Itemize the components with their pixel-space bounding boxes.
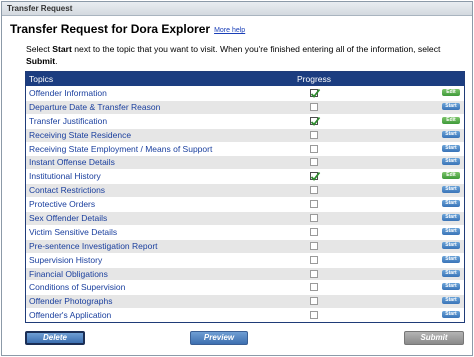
preview-button[interactable]: Preview: [190, 331, 248, 345]
progress-empty-checkbox: [310, 297, 318, 306]
progress-empty-checkbox: [310, 186, 318, 195]
more-help-link[interactable]: More help: [214, 27, 245, 34]
start-button[interactable]: Start: [442, 227, 460, 235]
start-button[interactable]: Start: [442, 283, 460, 291]
grid-rows: Offender Information Edit Departure Date &…: [26, 86, 464, 323]
table-row: Offender's Application Start: [26, 308, 464, 323]
progress-empty-checkbox: [310, 311, 318, 320]
table-row: Receiving State Employment / Means of Su…: [26, 141, 464, 156]
submit-button[interactable]: Submit: [404, 331, 464, 345]
start-button[interactable]: Start: [442, 269, 460, 277]
topic-link[interactable]: Protective Orders: [29, 199, 95, 209]
table-row: Victim Sensitive Details Start: [26, 224, 464, 239]
topic-link[interactable]: Departure Date & Transfer Reason: [29, 102, 160, 112]
page-title: Transfer Request for Dora Explorer More h…: [10, 22, 245, 36]
table-row: Supervision History Start: [26, 252, 464, 267]
edit-button[interactable]: Edit: [442, 172, 460, 180]
topic-link[interactable]: Financial Obligations: [29, 269, 108, 279]
instructions-text-2: next to the topic that you want to visit…: [71, 44, 441, 54]
progress-empty-checkbox: [310, 269, 318, 278]
table-row: Receiving State Residence Start: [26, 127, 464, 142]
edit-button[interactable]: Edit: [442, 89, 460, 96]
page-title-text: Transfer Request for Dora Explorer: [10, 22, 211, 36]
edit-button[interactable]: Edit: [442, 116, 460, 124]
topics-grid: Topics Progress Offender Information Edit…: [25, 71, 465, 324]
progress-empty-checkbox: [310, 283, 318, 292]
progress-empty-checkbox: [310, 255, 318, 264]
topic-link[interactable]: Receiving State Employment / Means of Su…: [29, 144, 212, 154]
start-button[interactable]: Start: [442, 200, 460, 208]
column-header-progress: Progress: [297, 74, 332, 84]
progress-complete-icon: [310, 116, 321, 126]
table-row: Departure Date & Transfer Reason Start: [26, 99, 464, 114]
progress-empty-checkbox: [310, 214, 318, 223]
grid-header: Topics Progress: [26, 72, 464, 86]
checkmark-icon: [310, 116, 321, 126]
start-button[interactable]: Start: [442, 255, 460, 263]
topic-link[interactable]: Supervision History: [29, 255, 102, 265]
topic-link[interactable]: Instant Offense Details: [29, 157, 115, 167]
table-row: Transfer Justification Edit: [26, 113, 464, 128]
progress-empty-checkbox: [310, 200, 318, 209]
progress-empty-checkbox: [310, 158, 318, 167]
table-row: Offender Information Edit: [26, 86, 464, 100]
start-button[interactable]: Start: [442, 297, 460, 305]
topic-link[interactable]: Sex Offender Details: [29, 213, 107, 223]
topic-link[interactable]: Offender Photographs: [29, 296, 113, 306]
instructions: Select Start next to the topic that you …: [26, 43, 462, 67]
instructions-text-1: Select: [26, 44, 53, 54]
table-row: Financial Obligations Start: [26, 266, 464, 281]
topic-link[interactable]: Contact Restrictions: [29, 185, 105, 195]
checkmark-icon: [310, 172, 321, 182]
column-header-topics: Topics: [29, 74, 54, 84]
table-row: Protective Orders Start: [26, 197, 464, 212]
topic-link[interactable]: Offender Information: [29, 88, 107, 98]
topic-link[interactable]: Pre-sentence Investigation Report: [29, 241, 158, 251]
table-row: Offender Photographs Start: [26, 294, 464, 309]
progress-complete-icon: [310, 88, 321, 98]
start-button[interactable]: Start: [442, 311, 460, 319]
start-button[interactable]: Start: [442, 186, 460, 194]
progress-empty-checkbox: [310, 130, 318, 139]
progress-complete-icon: [310, 172, 321, 182]
table-row: Pre-sentence Investigation Report Start: [26, 238, 464, 253]
topic-link[interactable]: Conditions of Supervision: [29, 282, 125, 292]
topic-link[interactable]: Receiving State Residence: [29, 130, 131, 140]
checkmark-icon: [310, 88, 321, 98]
topic-link[interactable]: Offender's Application: [29, 310, 111, 320]
topic-link[interactable]: Institutional History: [29, 171, 101, 181]
progress-empty-checkbox: [310, 102, 318, 111]
table-row: Contact Restrictions Start: [26, 183, 464, 198]
instructions-text-3: .: [55, 56, 58, 66]
instructions-start-word: Start: [52, 44, 72, 54]
table-row: Sex Offender Details Start: [26, 211, 464, 225]
delete-button[interactable]: Delete: [25, 331, 85, 345]
start-button[interactable]: Start: [442, 158, 460, 166]
topic-link[interactable]: Transfer Justification: [29, 116, 107, 126]
start-button[interactable]: Start: [442, 241, 460, 249]
start-button[interactable]: Start: [442, 214, 460, 222]
table-row: Institutional History Edit: [26, 169, 464, 184]
instructions-submit-word: Submit: [26, 56, 56, 66]
topic-link[interactable]: Victim Sensitive Details: [29, 227, 117, 237]
progress-empty-checkbox: [310, 241, 318, 250]
start-button[interactable]: Start: [442, 130, 460, 138]
progress-empty-checkbox: [310, 227, 318, 236]
table-row: Conditions of Supervision Start: [26, 280, 464, 295]
window-title: Transfer Request: [2, 2, 472, 16]
start-button[interactable]: Start: [442, 144, 460, 152]
progress-empty-checkbox: [310, 144, 318, 153]
table-row: Instant Offense Details Start: [26, 155, 464, 170]
start-button[interactable]: Start: [442, 102, 460, 110]
transfer-request-window: Transfer Request Transfer Request for Do…: [1, 1, 473, 356]
